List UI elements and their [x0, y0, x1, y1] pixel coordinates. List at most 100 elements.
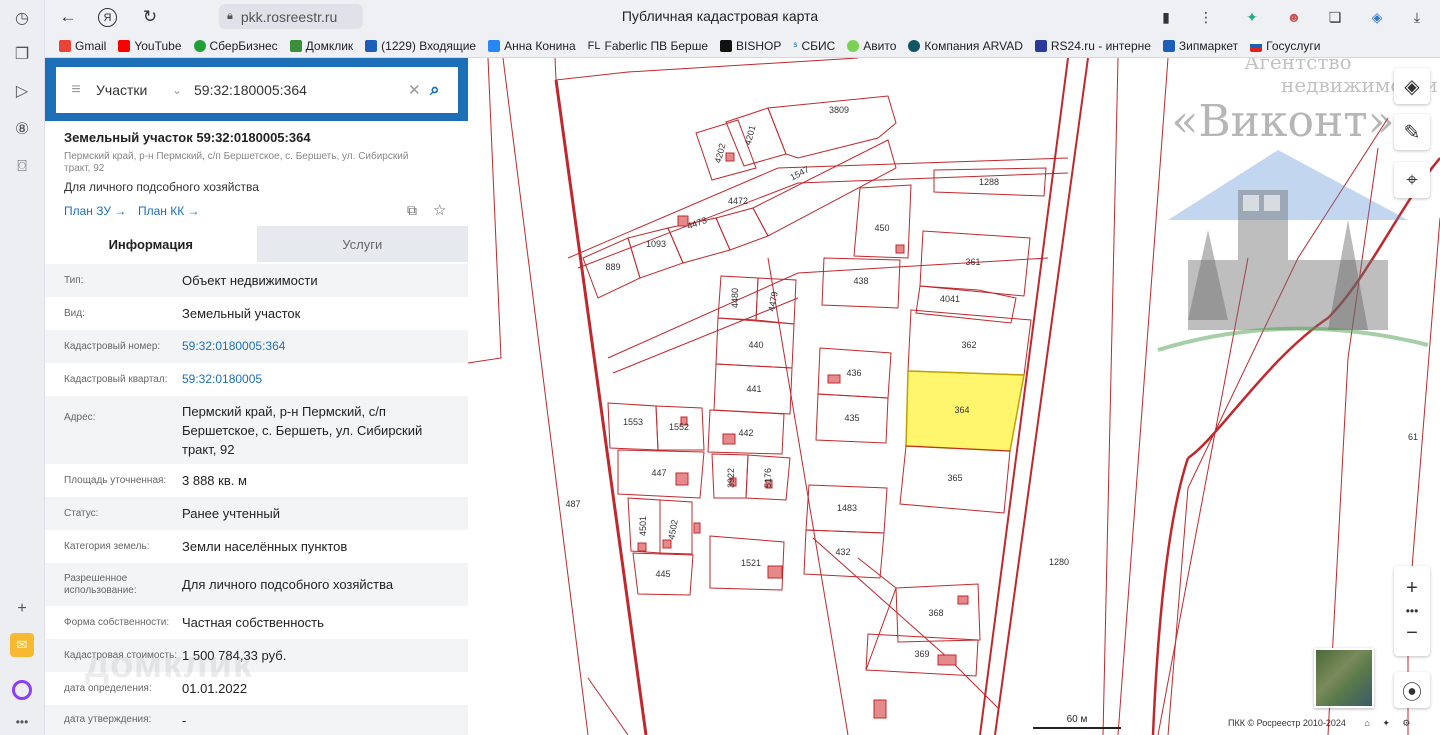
chevron-down-icon[interactable]: ⌄	[172, 83, 190, 97]
more-icon[interactable]: •••	[10, 710, 34, 734]
parcel-label: 1552	[669, 422, 689, 432]
add-icon[interactable]: +	[10, 597, 34, 621]
tabs: Информация Услуги	[45, 226, 468, 262]
bookmark-anna[interactable]: Анна Конина	[488, 39, 576, 53]
parcel-label: 4202	[713, 142, 728, 164]
extensions-icon[interactable]: ❏	[1324, 6, 1346, 28]
boundary-line	[554, 58, 859, 81]
parcel[interactable]	[627, 227, 684, 279]
collections-icon[interactable]: ❐	[10, 42, 34, 66]
mail-icon	[365, 39, 378, 52]
bookmark-youtube[interactable]: YouTube	[118, 39, 182, 53]
compass-icon[interactable]: ⦿	[1394, 672, 1430, 708]
parcel-label: 889	[605, 262, 620, 272]
boundary-line	[1102, 58, 1119, 735]
satellite-basemap-thumbnail[interactable]	[1314, 648, 1374, 708]
info-label: Разрешенное использование:	[64, 572, 137, 596]
parcel[interactable]	[725, 107, 787, 167]
reload-icon[interactable]: ↻	[139, 6, 161, 28]
parcel[interactable]	[752, 139, 897, 237]
mail-icon[interactable]: ✉	[10, 633, 34, 657]
extension2-icon[interactable]: ☻	[1283, 6, 1305, 28]
locate-icon[interactable]: ⌖	[1394, 162, 1430, 198]
cadastral-map[interactable]: 3809 4201 4202 1547 4472 4473 1093 889 1…	[468, 58, 1440, 735]
info-label: Тип:	[64, 274, 84, 286]
boundary-line	[468, 58, 502, 364]
bookmark-faberlic[interactable]: FL Faberlic ПВ Берше	[588, 39, 708, 53]
extension3-icon[interactable]: ◈	[1366, 6, 1388, 28]
info-value: Ранее учтенный	[182, 506, 280, 521]
boundary-line	[1117, 58, 1169, 735]
search-icon[interactable]: ⌕	[430, 80, 458, 100]
hamburger-icon[interactable]: ≡	[56, 81, 96, 99]
bookmark-sbis[interactable]: ˢ СБИС	[793, 39, 835, 53]
history-icon[interactable]: ◷	[10, 6, 34, 30]
zoom-out-icon[interactable]: −	[1406, 622, 1418, 645]
category-select[interactable]: Участки	[96, 82, 172, 98]
alice-icon[interactable]	[12, 680, 32, 700]
gosuslugi-icon	[1250, 39, 1263, 52]
parcel-label: 362	[961, 340, 976, 350]
info-value: 3 888 кв. м	[182, 473, 247, 488]
search-input[interactable]: 59:32:180005:364	[190, 82, 408, 98]
zoom-more-icon[interactable]: •••	[1406, 604, 1419, 618]
avito-icon	[847, 39, 860, 52]
tab-information[interactable]: Информация	[45, 226, 257, 262]
tab-services[interactable]: Услуги	[256, 226, 468, 262]
bookmark-domclick[interactable]: Домклик	[289, 39, 353, 53]
info-icon[interactable]: ✦	[1382, 718, 1390, 728]
clear-icon[interactable]: ✕	[408, 81, 430, 99]
bookmark-bishop[interactable]: BISHOP	[720, 39, 781, 53]
settings-icon[interactable]: ⚙	[1402, 718, 1410, 728]
parcel-label-364: 364	[954, 405, 969, 415]
back-icon[interactable]: ←	[57, 6, 79, 28]
home-icon[interactable]: ⌂	[1364, 718, 1369, 728]
bookmark-rs24[interactable]: RS24.ru - интерне	[1034, 39, 1151, 53]
extension-icon[interactable]: ✦	[1241, 6, 1263, 28]
browser-toolbar: ← Я ↻ 🔒︎ pkk.rosreestr.ru Публичная када…	[45, 0, 1440, 34]
boundary-line	[577, 172, 1069, 269]
cadastral-number-link[interactable]: 59:32:0180005:364	[182, 337, 468, 356]
play-icon[interactable]: ▷	[10, 79, 34, 103]
parcel-label: 445	[655, 569, 670, 579]
yandex-icon[interactable]: Я	[98, 8, 117, 27]
find-on-map-icon[interactable]: ⧉	[407, 202, 417, 219]
plan-zu-link[interactable]: План ЗУ →	[64, 204, 126, 218]
parcel-label: 368	[928, 608, 943, 618]
address-bar[interactable]: 🔒︎ pkk.rosreestr.ru	[219, 4, 363, 29]
bookmark-icon[interactable]: ▮	[1155, 6, 1177, 28]
bookmark-avito[interactable]: Авито	[847, 39, 896, 53]
bookmark-gosuslugi[interactable]: Госуслуги	[1250, 39, 1320, 53]
parcel-label: 1521	[741, 558, 761, 568]
zoom-in-icon[interactable]: +	[1406, 577, 1418, 600]
bookmark-arvad[interactable]: Компания ARVAD	[908, 39, 1023, 53]
bookmark-sberbusiness[interactable]: СберБизнес	[193, 39, 278, 53]
building	[827, 374, 841, 384]
parcel-label: 1483	[837, 503, 857, 513]
info-row: Кадастровый квартал: 59:32:0180005	[45, 363, 468, 396]
counter-icon[interactable]: ⑧	[10, 117, 34, 141]
info-row: Вид: Земельный участок	[45, 297, 468, 330]
info-value: Для личного подсобного хозяйства	[182, 577, 394, 592]
cadastral-quarter-link[interactable]: 59:32:0180005	[182, 370, 468, 389]
parcel[interactable]	[715, 207, 769, 251]
parcel-label: 4472	[728, 196, 748, 206]
menu-dots-icon[interactable]: ⋮	[1195, 6, 1217, 28]
layers-icon[interactable]: ◈	[1394, 68, 1430, 104]
download-icon[interactable]: ⤓	[1406, 6, 1428, 28]
bookmark-zipmarket[interactable]: Зипмаркет	[1162, 39, 1238, 53]
vk-icon	[488, 39, 501, 52]
favorite-star-icon[interactable]: ☆	[433, 201, 446, 219]
boundary-line	[607, 257, 1049, 359]
parcel-label: 1288	[979, 177, 999, 187]
parcel-label: 438	[853, 276, 868, 286]
info-label: Площадь уточненная:	[64, 474, 167, 486]
info-value: Частная собственность	[182, 615, 324, 630]
bookmark-inbox[interactable]: (1229) Входящие	[365, 39, 476, 53]
camera-icon[interactable]: ⌼	[10, 155, 34, 179]
zip-icon	[1162, 39, 1175, 52]
plan-kk-link[interactable]: План КК →	[138, 204, 200, 218]
ruler-icon[interactable]: ✎	[1394, 114, 1430, 150]
bookmark-gmail[interactable]: Gmail	[59, 39, 106, 53]
info-label: Категория земель:	[64, 540, 150, 552]
